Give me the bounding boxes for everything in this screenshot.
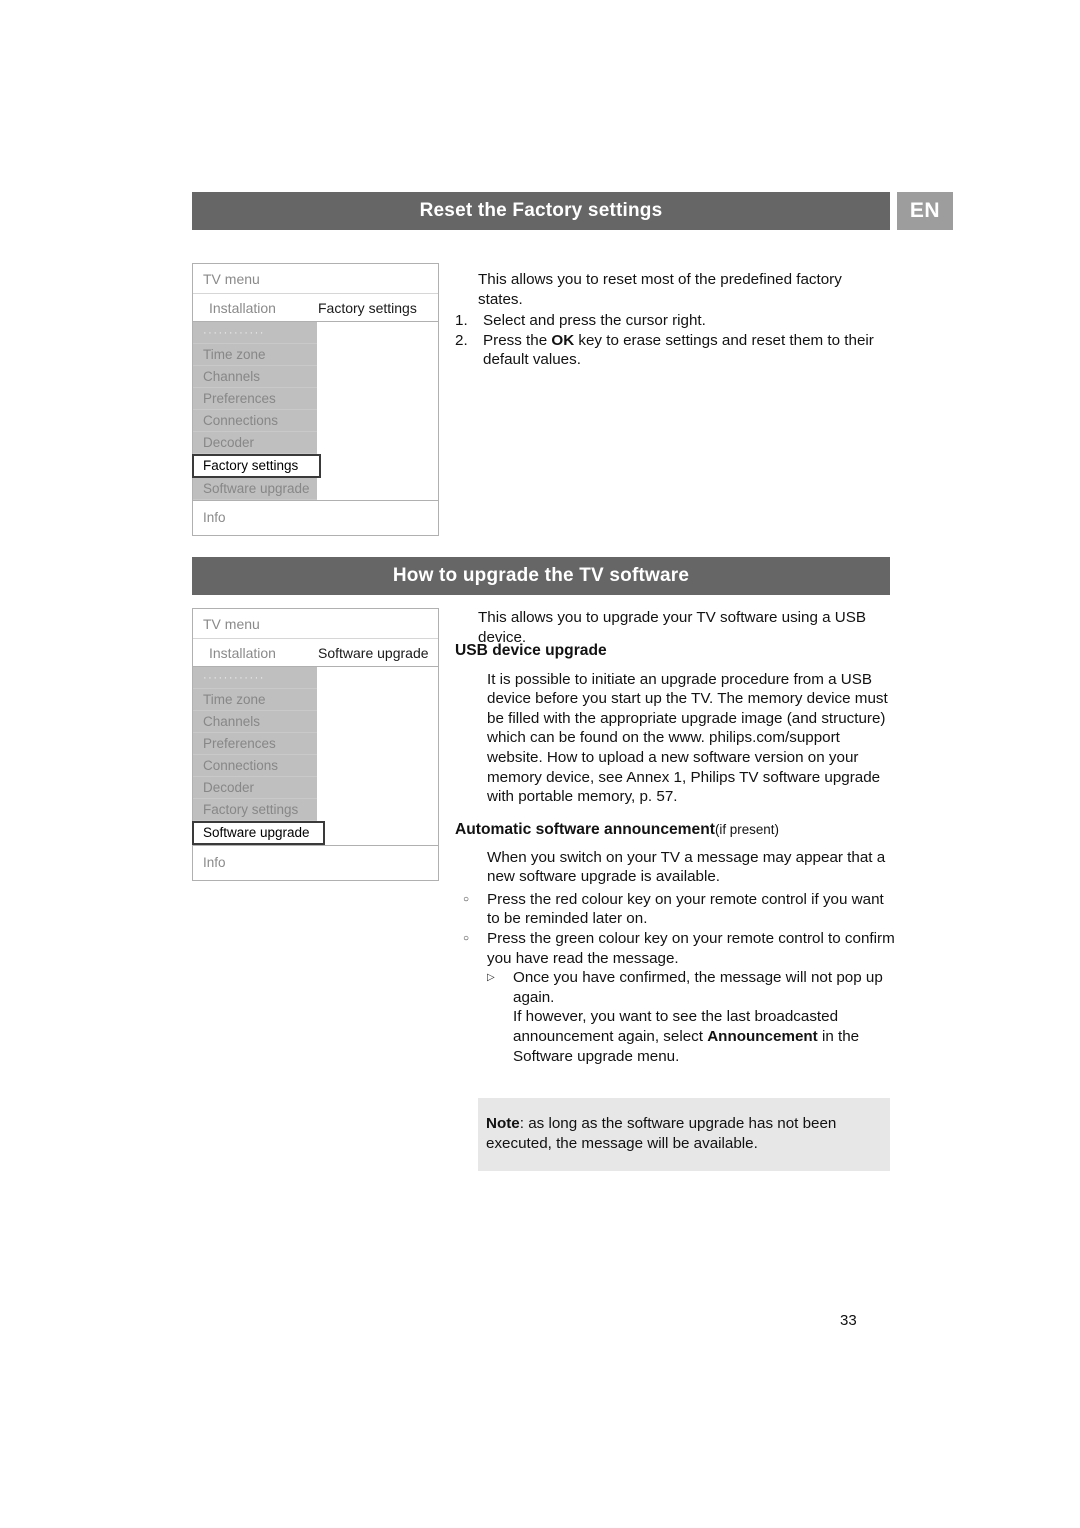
note-text: : as long as the software upgrade has no… <box>486 1115 837 1152</box>
manual-page: Reset the Factory settings EN TV menu In… <box>0 0 1080 1528</box>
tv-menu-list: ············ Time zone Channels Preferen… <box>192 322 321 500</box>
language-badge: EN <box>897 192 953 230</box>
tv-menu-item-time-zone[interactable]: Time zone <box>193 689 317 711</box>
tv-menu-item-channels[interactable]: Channels <box>193 366 317 388</box>
circle-bullet-icon: ○ <box>463 932 470 944</box>
tv-menu-list: ············ Time zone Channels Preferen… <box>192 667 325 845</box>
step-text: Select and press the cursor right. <box>483 312 706 329</box>
breadcrumb-current: Software upgrade <box>318 645 429 661</box>
tv-menu-item-preferences[interactable]: Preferences <box>193 388 317 410</box>
tv-menu-title: TV menu <box>193 264 438 294</box>
section-header-reset-factory-settings: Reset the Factory settings <box>192 192 890 230</box>
breadcrumb-installation: Installation <box>209 645 276 661</box>
tv-menu-item-divider: ············ <box>193 322 317 344</box>
triangle-bullet-icon: ▷ <box>487 972 495 984</box>
step-number: 2. <box>455 331 468 349</box>
tv-menu-item-time-zone[interactable]: Time zone <box>193 344 317 366</box>
usb-upgrade-body: It is possible to initiate an upgrade pr… <box>487 670 888 806</box>
announcement-body: When you switch on your TV a message may… <box>487 848 886 886</box>
reset-intro-text: This allows you to reset most of the pre… <box>478 270 890 309</box>
circle-bullet-icon: ○ <box>463 893 470 905</box>
subbullet-line1: Once you have confirmed, the message wil… <box>513 969 883 1006</box>
announcement-bullet-red-key: ○ Press the red colour key on your remot… <box>455 890 895 929</box>
reset-intro-paragraph: This allows you to reset most of the pre… <box>478 271 842 308</box>
usb-upgrade-heading: USB device upgrade <box>455 642 607 659</box>
tv-menu-title: TV menu <box>193 609 438 639</box>
tv-menu-item-decoder[interactable]: Decoder <box>193 432 317 454</box>
step-text-before: Press the <box>483 331 552 349</box>
step-key-ok: OK <box>551 331 575 349</box>
tv-menu-item-divider: ············ <box>193 667 317 689</box>
tv-menu-mock-factory-settings: TV menu Installation Factory settings ··… <box>192 263 439 536</box>
tv-menu-item-factory-settings[interactable]: Factory settings <box>193 799 317 821</box>
announcement-subbullet: ▷ Once you have confirmed, the message w… <box>455 968 895 1007</box>
page-number: 33 <box>840 1312 857 1329</box>
usb-device-upgrade-block: USB device upgrade It is possible to ini… <box>455 641 895 807</box>
tv-menu-item-decoder[interactable]: Decoder <box>193 777 317 799</box>
automatic-announcement-block: Automatic software announcement(if prese… <box>455 820 895 1066</box>
tv-menu-item-connections[interactable]: Connections <box>193 755 317 777</box>
reset-step-2: 2. Press the OK key to erase settings an… <box>455 331 890 370</box>
subbullet-line2-bold: Announcement <box>707 1027 818 1045</box>
tv-menu-item-factory-settings[interactable]: Factory settings <box>192 454 321 478</box>
tv-menu-item-connections[interactable]: Connections <box>193 410 317 432</box>
announcement-heading-suffix: (if present) <box>714 822 779 837</box>
bullet-text: Press the red colour key on your remote … <box>487 890 884 928</box>
tv-menu-breadcrumb: Installation Software upgrade <box>193 639 438 667</box>
tv-menu-body: ············ Time zone Channels Preferen… <box>192 667 438 846</box>
tv-menu-item-preferences[interactable]: Preferences <box>193 733 317 755</box>
tv-menu-info: Info <box>203 510 226 525</box>
tv-menu-item-software-upgrade[interactable]: Software upgrade <box>192 821 325 845</box>
section-title: Reset the Factory settings <box>419 200 663 221</box>
tv-menu-breadcrumb: Installation Factory settings <box>193 294 438 322</box>
tv-menu-info: Info <box>203 855 226 870</box>
tv-menu-item-software-upgrade[interactable]: Software upgrade <box>193 478 317 500</box>
step-number: 1. <box>455 312 468 329</box>
section-title: How to upgrade the TV software <box>392 565 690 586</box>
announcement-heading-main: Automatic software announcement <box>455 821 715 838</box>
reset-steps-list: 1. Select and press the cursor right. 2.… <box>455 311 890 370</box>
announcement-subbullet-continued: If however, you want to see the last bro… <box>455 1007 895 1066</box>
announcement-bullet-green-key: ○ Press the green colour key on your rem… <box>455 929 895 968</box>
tv-menu-body: ············ Time zone Channels Preferen… <box>192 322 438 501</box>
note-label: Note <box>486 1115 520 1132</box>
announcement-heading: Automatic software announcement(if prese… <box>455 820 895 840</box>
reset-step-1: 1. Select and press the cursor right. <box>455 311 890 331</box>
breadcrumb-current: Factory settings <box>318 300 417 316</box>
breadcrumb-installation: Installation <box>209 300 276 316</box>
note-box: Note: as long as the software upgrade ha… <box>478 1098 890 1172</box>
bullet-text: Press the green colour key on your remot… <box>487 929 895 967</box>
tv-menu-mock-software-upgrade: TV menu Installation Software upgrade ··… <box>192 608 439 881</box>
tv-menu-item-channels[interactable]: Channels <box>193 711 317 733</box>
section-header-upgrade-tv-software: How to upgrade the TV software <box>192 557 890 595</box>
